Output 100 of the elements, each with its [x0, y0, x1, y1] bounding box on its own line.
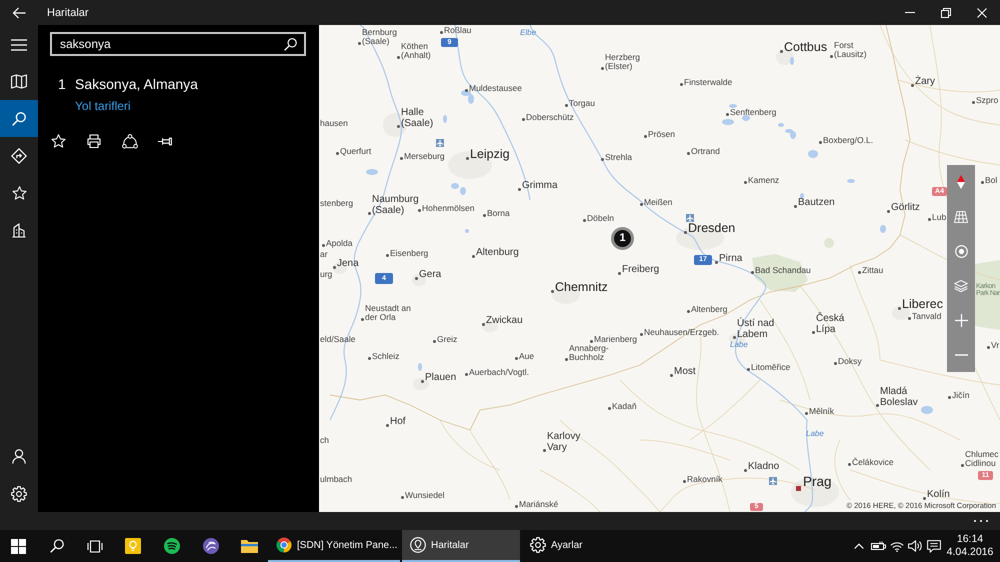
- place-dot-icon: [465, 372, 468, 376]
- place-dot-icon: [819, 140, 822, 144]
- place-dot-icon: [747, 368, 750, 371]
- search-button[interactable]: [0, 100, 38, 137]
- place-dot-icon: [830, 54, 833, 58]
- swirl-icon: [202, 538, 218, 554]
- share-icon: [122, 134, 138, 148]
- search-icon[interactable]: [284, 38, 297, 50]
- place-dot-icon: [794, 204, 797, 208]
- taskbar-window-button[interactable]: [SDN] Yönetim Pane...: [268, 530, 400, 562]
- close-icon: [977, 8, 987, 18]
- place-label: Strehla: [605, 153, 632, 162]
- place-dot-icon: [543, 449, 546, 452]
- taskbar-window-button[interactable]: Ayarlar: [522, 530, 640, 562]
- place-label: eld/Saale: [320, 335, 356, 344]
- place-label: Żary: [915, 77, 935, 88]
- place-label: Elbe: [520, 29, 536, 38]
- map-icon: [11, 74, 27, 89]
- place-label: Freiberg: [622, 265, 660, 276]
- place-dot-icon: [608, 406, 611, 410]
- buildings-icon: [12, 222, 26, 238]
- layers-icon: [954, 280, 968, 292]
- place-dot-icon: [887, 210, 890, 212]
- place-dot-icon: [368, 212, 371, 215]
- place-dot-icon: [858, 270, 861, 274]
- lake: [418, 363, 422, 371]
- person-icon: [12, 449, 26, 464]
- place-dot-icon: [751, 270, 754, 274]
- taskbar-window-button[interactable]: Haritalar: [402, 530, 520, 562]
- place-label: Labe: [806, 430, 824, 438]
- place-label: Litoměřice: [751, 363, 790, 372]
- settings-icon: [530, 537, 546, 553]
- plus-icon: [954, 314, 968, 327]
- place-label: Döbeln: [587, 214, 614, 223]
- place-label: Greiz: [437, 335, 458, 344]
- minus-icon: [954, 354, 968, 356]
- place-label: Herzberg (Elster): [605, 53, 640, 71]
- place-dot-icon: [551, 290, 554, 294]
- result-title[interactable]: Saksonya, Almanya: [75, 76, 198, 93]
- place-dot-icon: [483, 214, 486, 217]
- place-dot-icon: [590, 340, 593, 343]
- place-label: Mělník: [809, 407, 834, 416]
- place-dot-icon: [744, 180, 747, 184]
- back-arrow-icon: [12, 6, 26, 18]
- place-dot-icon: [322, 244, 325, 247]
- place-label: Szpro: [976, 96, 998, 105]
- place-label: Marienberg: [594, 335, 637, 344]
- place-label: Altenburg: [476, 248, 519, 258]
- speaker-icon: [908, 540, 922, 552]
- place-label: Neuhausen/Erzgeb.: [644, 328, 720, 337]
- place-dot-icon: [876, 404, 879, 407]
- place-dot-icon: [565, 358, 568, 361]
- place-dot-icon: [415, 276, 418, 280]
- place-label: Meißen: [644, 198, 672, 207]
- place-label: Bautzen: [798, 198, 835, 208]
- place-dot-icon: [400, 156, 403, 160]
- airplane-icon: [686, 214, 694, 222]
- lake: [443, 115, 447, 123]
- place-label: Gera: [419, 270, 442, 280]
- search-field[interactable]: saksonya: [50, 32, 306, 56]
- place-label: Jičín: [952, 391, 970, 400]
- place-label: Most: [674, 367, 696, 378]
- place-dot-icon: [987, 346, 990, 349]
- airplane-icon: [769, 477, 777, 485]
- place-label: Annaberg- Buchholz: [569, 344, 609, 362]
- settings-icon: [11, 486, 27, 502]
- place-label: Chlumec Cidlinou: [965, 450, 999, 468]
- place-label: Zwickau: [486, 316, 523, 326]
- place-dot-icon: [908, 316, 911, 320]
- lake: [847, 179, 855, 183]
- place-dot-icon: [440, 30, 443, 34]
- place-label: Schleiz: [372, 352, 400, 361]
- place-dot-icon: [715, 260, 718, 264]
- place-label: Neustadt an der Orla: [365, 304, 411, 322]
- clock-button[interactable]: 16:14 4.04.2016: [945, 530, 995, 562]
- place-dot-icon: [961, 464, 964, 467]
- start-icon: [11, 538, 26, 554]
- place-label: Wunsiedel: [405, 491, 445, 500]
- place-dot-icon: [684, 231, 687, 234]
- place-label: Tanvald: [912, 312, 942, 321]
- place-dot-icon: [518, 188, 521, 190]
- lake: [800, 193, 804, 199]
- battery-icon: [870, 541, 886, 551]
- place-dot-icon: [397, 56, 400, 59]
- place-dot-icon: [898, 307, 901, 310]
- place-label: Halle (Saale): [401, 108, 434, 129]
- place-label: urg: [320, 270, 332, 279]
- target-icon: [954, 244, 968, 258]
- place-label: Kadaň: [612, 402, 637, 411]
- place-label: Borna: [487, 209, 510, 218]
- airplane-icon: [436, 139, 444, 147]
- sound-waves-icon: [164, 538, 180, 554]
- directions-link[interactable]: Yol tarifleri: [75, 99, 131, 113]
- place-dot-icon: [812, 331, 815, 334]
- place-dot-icon: [482, 322, 485, 326]
- place-label: ch: [320, 436, 329, 445]
- place-label: Bad Schandau: [755, 266, 811, 275]
- place-dot-icon: [386, 254, 389, 257]
- place-dot-icon: [923, 496, 926, 500]
- printer-icon: [87, 134, 101, 148]
